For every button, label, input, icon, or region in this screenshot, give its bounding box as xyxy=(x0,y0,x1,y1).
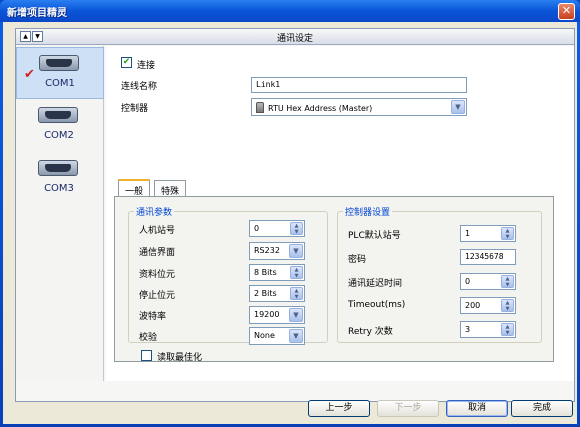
window-title: 新增项目精灵 xyxy=(7,8,67,19)
spin-value: 2 Bits xyxy=(254,289,277,298)
connection-name-label: 连线名称 xyxy=(121,82,158,92)
serial-port-icon xyxy=(38,160,78,176)
cancel-button[interactable]: 取消 xyxy=(446,400,508,417)
settings-panel: ▲ ▼ 通讯设定 ✔ COM1 COM2 COM3 ✔ 连接 连线名称 Link… xyxy=(15,28,575,402)
password-input[interactable]: 12345678 xyxy=(460,249,516,265)
wizard-window: 新增项目精灵 ✕ ▲ ▼ 通讯设定 ✔ COM1 COM2 COM3 ✔ 连接 … xyxy=(0,0,580,427)
chevron-down-icon: ▼ xyxy=(289,329,303,343)
panel-header: ▲ ▼ 通讯设定 xyxy=(16,29,574,45)
select-value: 19200 xyxy=(254,310,280,319)
timeout-spinner[interactable]: 200 ▲ ▼ xyxy=(460,297,516,314)
retry-spinner[interactable]: 3 ▲ ▼ xyxy=(460,321,516,338)
port-item-com1[interactable]: ✔ COM1 xyxy=(16,47,104,99)
optimize-read-checkbox[interactable] xyxy=(141,350,152,361)
tab-panel-general: 通讯参数 人机站号 0 ▲ ▼ 通信界面 RS232 ▼ 资料位元 8 Bits… xyxy=(114,196,554,363)
port-item-com2[interactable]: COM2 xyxy=(16,100,104,152)
interface-select[interactable]: RS232 ▼ xyxy=(249,242,305,260)
timeout-label: Timeout(ms) xyxy=(348,300,406,310)
port-settings: ✔ 连接 连线名称 Link1 控制器 RTU Hex Address (Mas… xyxy=(106,46,574,381)
connect-checkbox[interactable]: ✔ xyxy=(121,57,132,68)
select-value: None xyxy=(254,331,275,340)
optimize-read-label: 读取最佳化 xyxy=(157,353,203,363)
stop-bits-label: 停止位元 xyxy=(139,291,176,301)
spin-value: 3 xyxy=(465,325,471,334)
comm-delay-spinner[interactable]: 0 ▲ ▼ xyxy=(460,273,516,290)
comm-params-title: 通讯参数 xyxy=(134,205,175,218)
spin-value: 200 xyxy=(465,301,481,310)
chevron-down-icon: ▼ xyxy=(289,244,303,258)
parity-label: 校验 xyxy=(139,333,158,343)
port-label: COM3 xyxy=(44,183,74,194)
next-button[interactable]: 下一步 xyxy=(377,400,439,417)
prev-button[interactable]: 上一步 xyxy=(308,400,370,417)
comm-params-group: 通讯参数 人机站号 0 ▲ ▼ 通信界面 RS232 ▼ 资料位元 8 Bits… xyxy=(128,205,328,345)
connect-label: 连接 xyxy=(137,61,156,71)
title-bar[interactable]: 新增项目精灵 ✕ xyxy=(0,0,580,22)
port-item-com3[interactable]: COM3 xyxy=(16,153,104,205)
spin-value: 1 xyxy=(465,229,471,238)
serial-port-icon xyxy=(38,107,78,123)
password-label: 密码 xyxy=(348,255,367,265)
spinner-arrows-icon[interactable]: ▲ ▼ xyxy=(501,299,514,312)
retry-label: Retry 次数 xyxy=(348,327,393,337)
spinner-arrows-icon[interactable]: ▲ ▼ xyxy=(501,275,514,288)
plc-station-label: PLC默认站号 xyxy=(348,231,401,241)
data-bits-spinner[interactable]: 8 Bits ▲ ▼ xyxy=(249,264,305,281)
close-button[interactable]: ✕ xyxy=(558,3,575,20)
spin-value: 0 xyxy=(465,277,471,286)
stop-bits-spinner[interactable]: 2 Bits ▲ ▼ xyxy=(249,285,305,302)
serial-port-icon xyxy=(39,55,79,71)
select-value: RS232 xyxy=(254,246,280,255)
controller-value: RTU Hex Address (Master) xyxy=(268,104,373,113)
connection-name-input[interactable]: Link1 xyxy=(251,77,467,93)
port-list: ✔ COM1 COM2 COM3 xyxy=(16,46,104,381)
plc-station-spinner[interactable]: 1 ▲ ▼ xyxy=(460,225,516,242)
controller-select[interactable]: RTU Hex Address (Master) ▼ xyxy=(251,98,467,116)
port-label: COM1 xyxy=(45,78,75,89)
controller-settings-title: 控制器设置 xyxy=(343,205,393,218)
spinner-arrows-icon[interactable]: ▲ ▼ xyxy=(290,266,303,279)
spinner-arrows-icon[interactable]: ▲ ▼ xyxy=(290,222,303,235)
panel-title: 通讯设定 xyxy=(276,34,313,44)
interface-label: 通信界面 xyxy=(139,248,176,258)
finish-button[interactable]: 完成 xyxy=(511,400,573,417)
spin-value: 0 xyxy=(254,224,260,233)
rtu-device-icon xyxy=(256,102,264,113)
port-label: COM2 xyxy=(44,130,74,141)
comm-delay-label: 通讯延迟时间 xyxy=(348,279,403,289)
spinner-arrows-icon[interactable]: ▲ ▼ xyxy=(501,323,514,336)
spin-value: 8 Bits xyxy=(254,268,277,277)
tab-general[interactable]: 一般 xyxy=(118,179,151,197)
chevron-down-icon: ▼ xyxy=(289,308,303,322)
hmi-station-label: 人机站号 xyxy=(139,226,176,236)
chevron-down-icon: ▼ xyxy=(451,100,465,114)
parity-select[interactable]: None ▼ xyxy=(249,327,305,345)
spinner-arrows-icon[interactable]: ▲ ▼ xyxy=(290,287,303,300)
baud-rate-select[interactable]: 19200 ▼ xyxy=(249,306,305,324)
baud-rate-label: 波特率 xyxy=(139,312,167,322)
controller-settings-group: 控制器设置 PLC默认站号 1 ▲ ▼ 密码 12345678 通讯延迟时间 0 … xyxy=(337,205,542,343)
data-bits-label: 资料位元 xyxy=(139,270,176,280)
hmi-station-spinner[interactable]: 0 ▲ ▼ xyxy=(249,220,305,237)
client-area: ▲ ▼ 通讯设定 ✔ COM1 COM2 COM3 ✔ 连接 连线名称 Link… xyxy=(3,22,577,424)
tab-special[interactable]: 特殊 xyxy=(154,180,187,197)
controller-label: 控制器 xyxy=(121,104,149,114)
spinner-arrows-icon[interactable]: ▲ ▼ xyxy=(501,227,514,240)
